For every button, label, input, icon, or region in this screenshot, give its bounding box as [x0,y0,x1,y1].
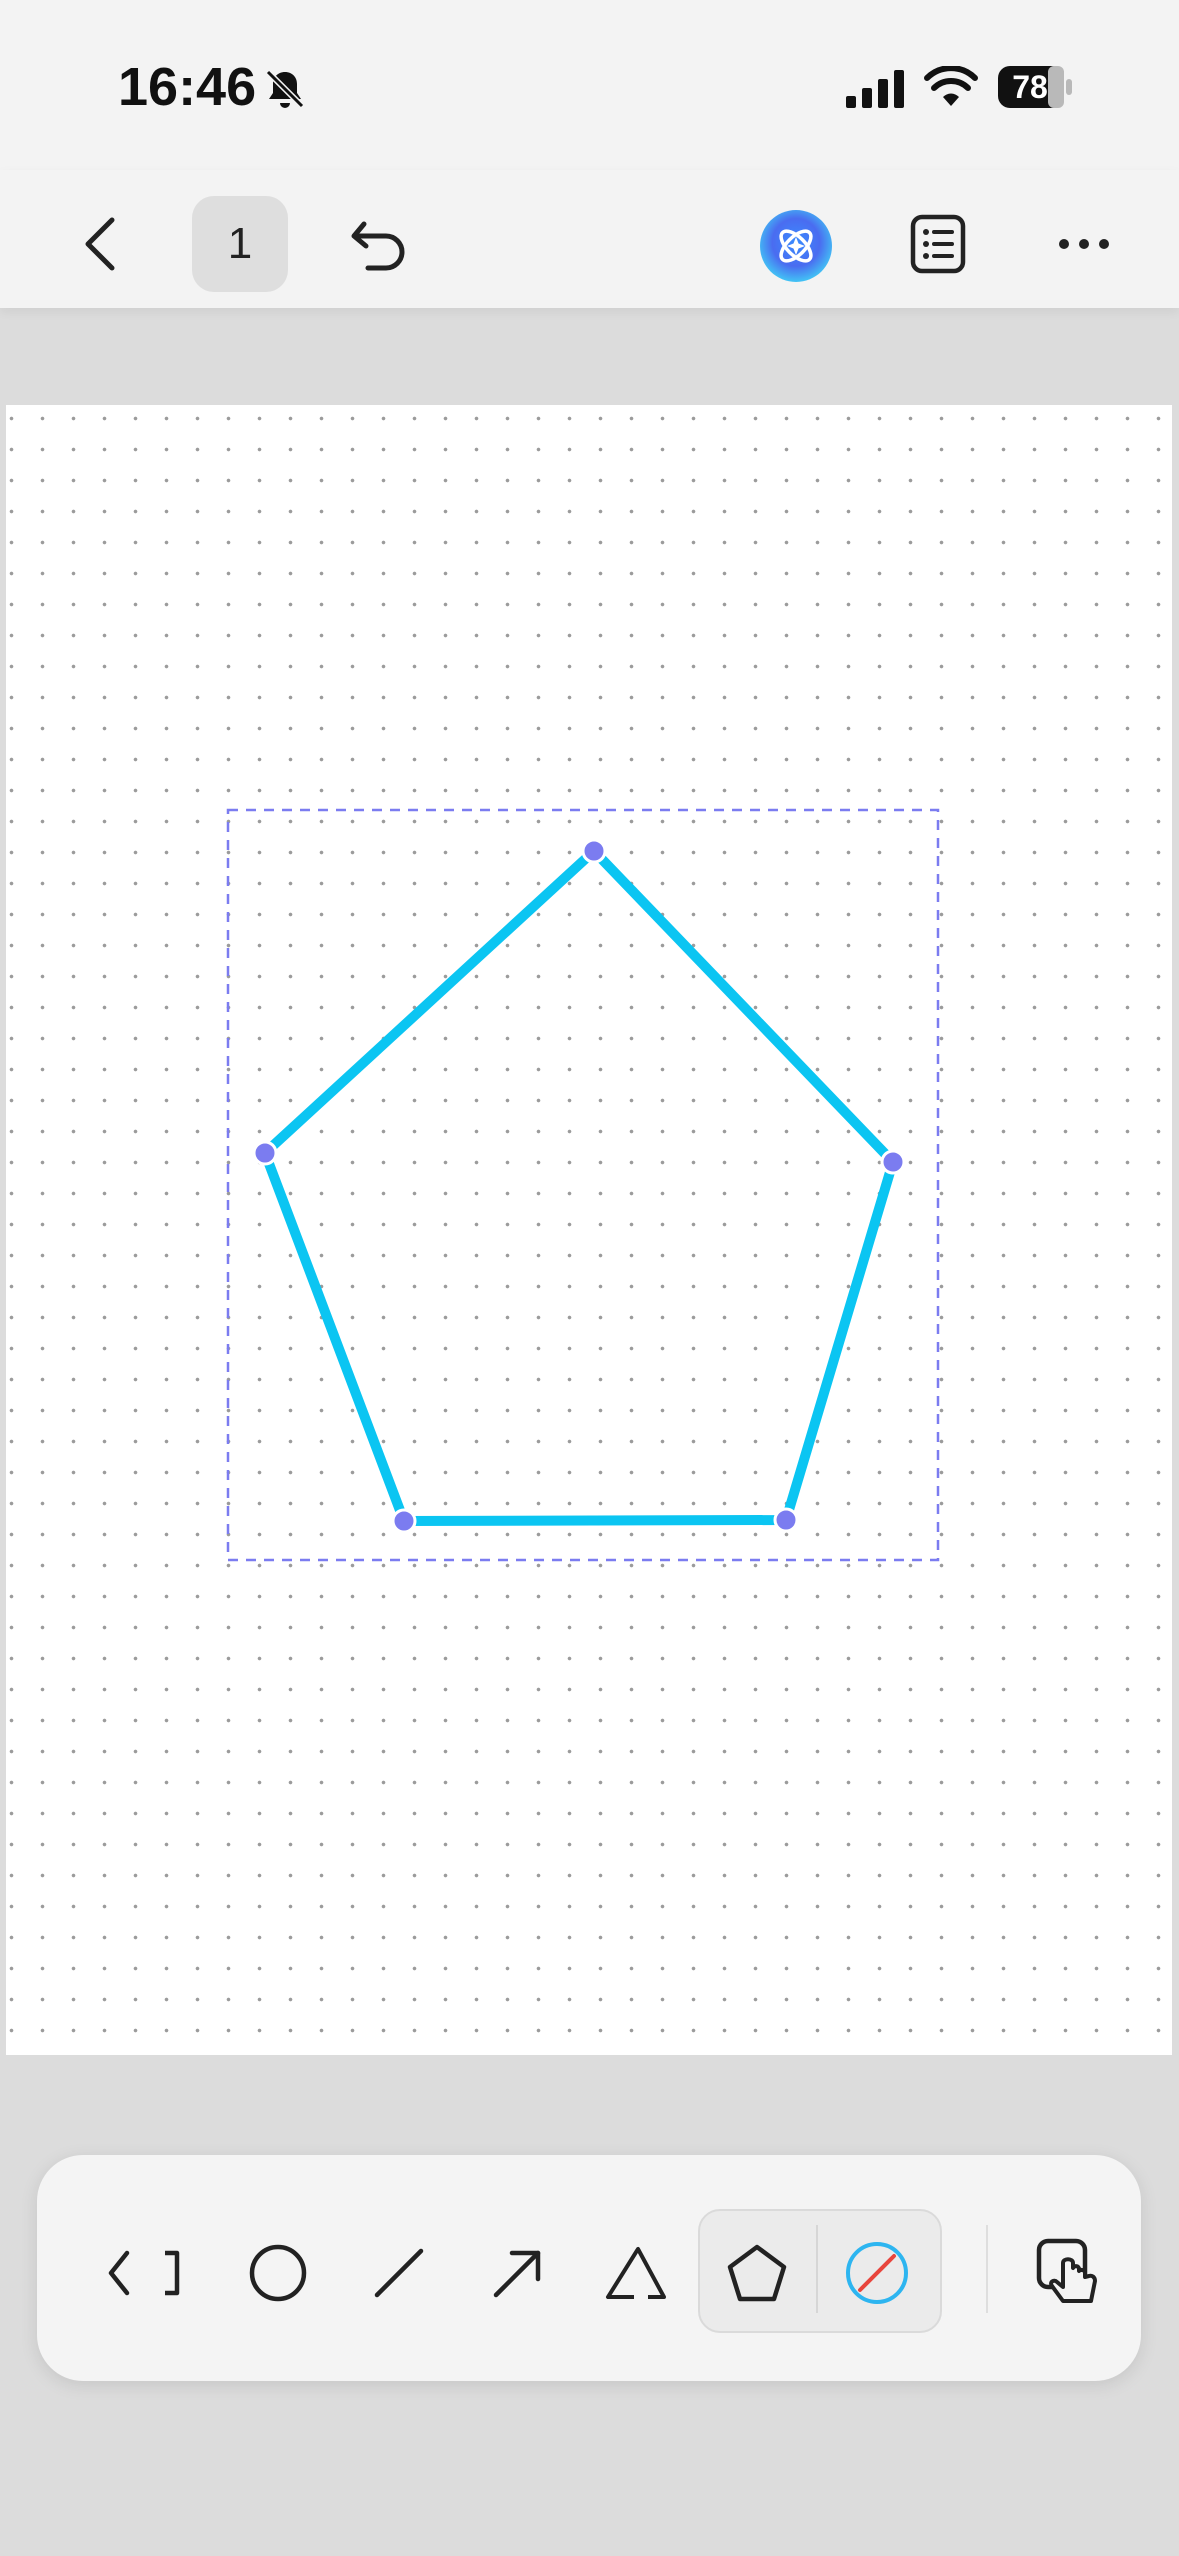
status-time: 16:46 [118,57,257,117]
chevron-left-icon [85,217,115,271]
ai-sparkle-icon [760,210,832,282]
collapse-toolbar-button[interactable] [95,2223,195,2323]
circle-icon [249,2244,307,2302]
vertex-handle[interactable] [880,1149,906,1175]
bell-slash-icon [265,69,305,109]
status-bar: 16:46 78 [0,0,1179,170]
touch-mode-button[interactable] [1019,2223,1119,2323]
ellipsis-icon [1059,239,1109,249]
more-button[interactable] [1044,204,1124,284]
arrow-tool[interactable] [468,2223,568,2323]
page-number-button[interactable]: 1 [192,196,288,292]
collapse-toolbar-icon [108,2250,180,2296]
vertex-handle[interactable] [773,1507,799,1533]
vertex-handle[interactable] [252,1140,278,1166]
pentagon-icon [727,2244,787,2302]
ai-assistant-button[interactable] [756,206,836,286]
circle-tool[interactable] [228,2223,328,2323]
undo-button[interactable] [340,204,420,284]
battery-indicator: 78 [998,66,1074,108]
pentagon-outline[interactable] [260,846,898,1526]
shape-toolbar [37,2155,1141,2381]
pentagon-tool[interactable] [707,2223,807,2323]
line-icon [374,2248,424,2298]
vertex-handle[interactable] [581,838,607,864]
top-toolbar: 1 [0,170,1179,308]
triangle-tool[interactable] [586,2223,686,2323]
group-divider [816,2225,818,2313]
triangle-icon [606,2247,666,2299]
selection-box[interactable] [226,808,940,1562]
cellular-signal-icon [846,70,904,108]
wifi-icon [924,66,978,106]
no-fill-color-icon [846,2242,908,2304]
list-icon [910,214,966,274]
pentagon-shape[interactable] [6,405,1172,2055]
outline-button[interactable] [898,204,978,284]
touch-hand-icon [1036,2238,1097,2303]
fill-color-button[interactable] [827,2223,927,2323]
vertex-handle[interactable] [391,1508,417,1534]
toolbar-divider [986,2225,988,2313]
arrow-icon [493,2250,541,2298]
undo-icon [351,221,405,271]
line-tool[interactable] [349,2223,449,2323]
back-button[interactable] [60,204,140,284]
canvas-page[interactable] [6,405,1172,2055]
battery-level: 78 [1012,69,1048,105]
